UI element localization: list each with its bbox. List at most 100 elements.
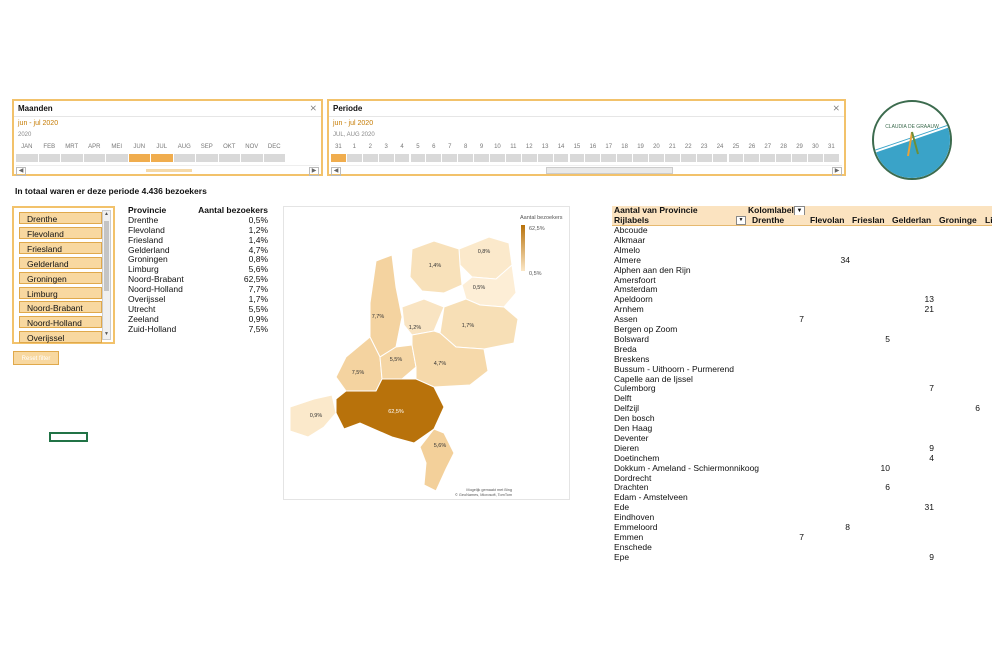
month-cell[interactable] <box>128 154 150 162</box>
pivot-column-header: Gelderlan <box>892 215 932 225</box>
month-cell[interactable] <box>61 154 83 162</box>
table-row: Zuid-Holland 7,5% <box>128 323 278 335</box>
pivot-cell: 5 <box>885 333 890 344</box>
month-cell[interactable] <box>196 154 218 162</box>
month-cell[interactable] <box>83 154 105 162</box>
month-label: NOV <box>245 144 259 150</box>
day-cell[interactable] <box>808 154 823 162</box>
slicer-item[interactable]: Gelderland <box>19 256 102 269</box>
month-cell[interactable] <box>263 154 285 162</box>
day-cell[interactable] <box>601 154 617 162</box>
pivot-row-label: Epe <box>614 551 630 562</box>
slicer-item[interactable]: Drenthe <box>19 212 102 224</box>
clear-filter-icon[interactable]: ⨯ <box>309 103 317 114</box>
day-cell[interactable] <box>474 154 489 162</box>
svg-text:CLAUDIA DE GRAAUW: CLAUDIA DE GRAAUW <box>885 124 939 130</box>
scroll-down-icon[interactable]: ▼ <box>103 331 110 339</box>
day-cell[interactable] <box>490 154 505 162</box>
day-cell[interactable] <box>569 154 585 162</box>
month-label: OKT <box>223 144 236 150</box>
timeline-periode[interactable]: Periode ⨯ jun - jul 2020 JUL, AUG 2020 3… <box>327 99 846 176</box>
pivot-row-label: Rijlabels <box>614 215 649 225</box>
month-cell[interactable] <box>173 154 195 162</box>
day-label: 18 <box>621 144 628 150</box>
day-cell[interactable] <box>537 154 553 162</box>
slicer-scrollbar[interactable]: ▲ ▼ <box>102 210 111 340</box>
month-label: DEC <box>267 144 281 150</box>
day-cell[interactable] <box>696 154 712 162</box>
pivot-header-row-2: Rijlabels ▼ Drenthe Flevolan Frieslan Gelde… <box>612 215 992 226</box>
day-cell[interactable] <box>728 154 744 162</box>
slicer-item[interactable]: Groningen <box>19 271 102 284</box>
slicer-item[interactable]: Limburg <box>19 286 102 299</box>
province-table: Provincie Aantal bezoekers Drenthe 0,5% Fl… <box>128 205 278 335</box>
timeline-periode-range: jun - jul 2020 <box>333 120 374 127</box>
scroll-right-icon[interactable]: ▶ <box>309 167 319 176</box>
day-cell[interactable] <box>760 154 776 162</box>
day-cell[interactable] <box>664 154 680 162</box>
day-cell[interactable] <box>649 154 664 162</box>
day-label: 12 <box>525 144 533 150</box>
scroll-up-icon[interactable]: ▲ <box>103 211 110 219</box>
day-cell[interactable] <box>617 154 633 162</box>
day-label: 31 <box>827 144 835 150</box>
day-cell[interactable] <box>410 154 426 162</box>
day-cell[interactable] <box>712 154 728 162</box>
scroll-left-icon[interactable]: ◀ <box>16 167 26 176</box>
pivot-value-label: Aantal van Provincie <box>614 206 698 215</box>
scroll-thumb[interactable] <box>546 167 673 174</box>
day-cell[interactable] <box>442 154 458 162</box>
active-cell-cursor[interactable] <box>49 432 88 442</box>
day-cell[interactable] <box>394 154 410 162</box>
day-cell[interactable] <box>426 154 442 162</box>
day-cell[interactable] <box>378 154 394 162</box>
slicer-item[interactable]: Friesland <box>19 241 102 254</box>
scroll-left-icon[interactable]: ◀ <box>331 167 341 176</box>
month-cell[interactable] <box>218 154 240 162</box>
reset-filter-button[interactable]: Reset filter <box>13 351 59 365</box>
slicer-item[interactable]: Noord-Holland <box>19 316 102 329</box>
slicer-item[interactable]: Noord-Brabant <box>19 301 102 314</box>
day-cell[interactable] <box>458 154 474 162</box>
day-cell[interactable] <box>823 154 839 162</box>
day-label: 5 <box>416 144 420 150</box>
day-cell[interactable] <box>505 154 521 162</box>
timeline-scrollbar[interactable]: ◀ ▶ <box>331 165 842 176</box>
province-name: Zuid-Holland <box>128 323 177 334</box>
day-cell[interactable] <box>744 154 760 162</box>
clear-filter-icon[interactable]: ⨯ <box>832 103 840 114</box>
day-cell[interactable] <box>362 154 378 162</box>
day-cell[interactable] <box>633 154 648 162</box>
pivot-table[interactable]: Aantal van Provincie Kolomlabels ▼ Rijla… <box>612 206 992 566</box>
month-label: FEB <box>43 144 56 150</box>
row-filter-icon[interactable]: ▼ <box>736 216 746 225</box>
day-cell[interactable] <box>553 154 569 162</box>
month-cell[interactable] <box>241 154 263 162</box>
day-cell[interactable] <box>776 154 792 162</box>
pivot-column-header: Groninge <box>939 215 977 225</box>
month-cell[interactable] <box>16 154 38 162</box>
slicer-item[interactable]: Overijssel <box>19 331 102 344</box>
month-cell[interactable] <box>151 154 173 162</box>
scroll-thumb[interactable] <box>146 169 192 172</box>
day-cell[interactable] <box>680 154 696 162</box>
month-cell[interactable] <box>106 154 128 162</box>
day-cell[interactable] <box>331 154 346 162</box>
month-cell[interactable] <box>38 154 60 162</box>
day-cell[interactable] <box>346 154 362 162</box>
timeline-periode-sub: JUL, AUG 2020 <box>333 132 375 138</box>
day-cell[interactable] <box>585 154 601 162</box>
province-map[interactable]: 0,8% 1,4% 0,5% 7,7% 1,2% 1,7% 7,5% 5,5% … <box>283 206 570 500</box>
day-cell[interactable] <box>792 154 807 162</box>
day-cell[interactable] <box>521 154 537 162</box>
scroll-right-icon[interactable]: ▶ <box>832 167 842 176</box>
province-slicer[interactable]: Drenthe Flevoland Friesland Gelderland Groni… <box>12 206 115 344</box>
pivot-column-header: Drenthe <box>752 215 785 225</box>
day-label: 6 <box>432 144 436 150</box>
map-label-limburg: 5,6% <box>434 443 447 449</box>
timeline-scrollbar[interactable]: ◀ ▶ <box>16 165 319 176</box>
timeline-maanden[interactable]: Maanden ⨯ jun - jul 2020 2020 JAN FEB MRT A… <box>12 99 323 176</box>
scroll-thumb[interactable] <box>104 221 109 291</box>
day-label: 11 <box>510 144 517 150</box>
slicer-item[interactable]: Flevoland <box>19 226 102 239</box>
